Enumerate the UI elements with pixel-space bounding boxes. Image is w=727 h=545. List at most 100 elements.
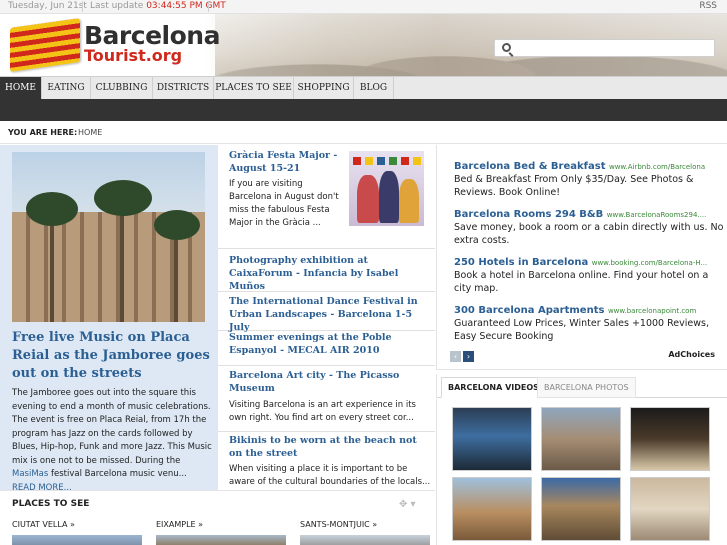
place-ciutat-vella[interactable]: CIUTAT VELLA » [12, 520, 75, 529]
tab-barcelona-photos[interactable]: BARCELONA PHOTOS [537, 377, 636, 398]
search-box[interactable] [494, 39, 715, 57]
media-tabs: BARCELONA VIDEOS BARCELONA PHOTOS [436, 374, 727, 398]
current-date: Tuesday, Jun 21st [8, 1, 87, 11]
logo-subtitle[interactable]: Tourist.org [84, 46, 182, 65]
story-excerpt: If you are visiting Barcelona in August … [229, 179, 339, 228]
placa-reial-photo[interactable] [12, 152, 205, 322]
rss-link[interactable]: RSS [699, 1, 717, 11]
video-thumbnail[interactable] [541, 477, 621, 541]
video-thumbnail[interactable] [452, 477, 532, 541]
nav-eating[interactable]: EATING [42, 77, 91, 99]
search-input[interactable] [517, 41, 712, 55]
place-image[interactable] [156, 535, 286, 545]
ad-url[interactable]: www.booking.com/Barcelona-H... [592, 259, 707, 267]
palm-trunk [120, 202, 124, 322]
sub-nav-bar [0, 99, 727, 121]
ad-title[interactable]: 300 Barcelona Apartments [454, 305, 604, 316]
nav-places-to-see[interactable]: PLACES TO SEE [214, 77, 294, 99]
featured-title[interactable]: Free live Music on Placa Reial as the Ja… [12, 329, 212, 383]
story-item: The International Dance Festival in Urba… [218, 292, 435, 334]
ad-title[interactable]: 250 Hotels in Barcelona [454, 257, 588, 268]
story-excerpt: Visiting Barcelona is an art experience … [229, 400, 416, 423]
featured-body: The Jamboree goes out into the square th… [12, 387, 212, 495]
ad-title[interactable]: Barcelona Rooms 294 B&B [454, 209, 603, 220]
places-to-see-section: PLACES TO SEE ✥ ▾ CIUTAT VELLA » EIXAMPL… [0, 490, 435, 545]
palm-tree [154, 210, 200, 240]
dancer-figure [379, 171, 399, 223]
story-item: Barcelona Art city - The Picasso Museum … [218, 366, 435, 432]
ad-description: Book a hotel in Barcelona online. Find y… [454, 270, 709, 294]
palm-tree [26, 192, 78, 226]
divider [82, 1, 83, 12]
breadcrumb: YOU ARE HERE: HOME [0, 121, 727, 144]
last-update-label: Last update [90, 1, 144, 11]
story-item: Gràcia Festa Major - August 15-21 If you… [218, 145, 435, 249]
story-title[interactable]: Summer evenings at the Poble Espanyol - … [229, 331, 429, 357]
place-sants-montjuic[interactable]: SANTS-MONTJUIC » [300, 520, 377, 529]
ad-item[interactable]: Barcelona Rooms 294 B&B www.BarcelonaRoo… [454, 207, 724, 247]
story-item: Summer evenings at the Poble Espanyol - … [218, 331, 435, 366]
video-thumbnail[interactable] [630, 477, 710, 541]
story-item: Photography exhibition at CaixaForum - I… [218, 249, 435, 292]
ad-item[interactable]: 300 Barcelona Apartments www.barcelonapo… [454, 303, 724, 343]
story-title[interactable]: Bikinis to be worn at the beach not on t… [229, 434, 429, 460]
palm-tree [94, 180, 152, 216]
bunting-flag [365, 157, 373, 165]
nav-home[interactable]: HOME [0, 77, 42, 99]
tab-barcelona-videos[interactable]: BARCELONA VIDEOS [441, 377, 546, 398]
ad-url[interactable]: www.BarcelonaRooms294.... [607, 211, 707, 219]
story-title[interactable]: Photography exhibition at CaixaForum - I… [229, 254, 429, 293]
palm-trunk [50, 212, 54, 322]
breadcrumb-home[interactable]: HOME [78, 128, 102, 137]
place-image[interactable] [300, 535, 430, 545]
bunting-flag [401, 157, 409, 165]
site-header: Barcelona Tourist.org [0, 14, 727, 76]
catalan-flag-logo-icon[interactable] [10, 18, 80, 72]
dancer-figure [357, 175, 379, 223]
place-eixample[interactable]: EIXAMPLE » [156, 520, 203, 529]
bunting-flag [389, 157, 397, 165]
story-excerpt: When visiting a place it is important to… [229, 464, 431, 487]
ad-item[interactable]: Barcelona Bed & Breakfast www.Airbnb.com… [454, 159, 724, 199]
ad-url[interactable]: www.barcelonapoint.com [608, 307, 696, 315]
ad-prev-icon[interactable]: ‹ [450, 351, 461, 362]
adchoices-link[interactable]: AdChoices [668, 350, 715, 359]
places-heading: PLACES TO SEE [12, 499, 90, 509]
video-thumbnail[interactable] [630, 407, 710, 471]
breadcrumb-label: YOU ARE HERE: [8, 128, 78, 137]
ad-item[interactable]: 250 Hotels in Barcelona www.booking.com/… [454, 255, 724, 295]
story-item: Bikinis to be worn at the beach not on t… [218, 432, 435, 490]
nav-blog[interactable]: BLOG [354, 77, 394, 99]
nav-clubbing[interactable]: CLUBBING [91, 77, 153, 99]
story-list: Gràcia Festa Major - August 15-21 If you… [218, 145, 435, 490]
bunting-flag [353, 157, 361, 165]
place-image[interactable] [12, 535, 142, 545]
move-handle-icon[interactable]: ✥ ▾ [399, 499, 416, 510]
ad-description: Bed & Breakfast From Only $35/Day. See P… [454, 174, 694, 198]
story-title[interactable]: Gràcia Festa Major - August 15-21 [229, 149, 347, 175]
story-title[interactable]: Barcelona Art city - The Picasso Museum [229, 369, 429, 395]
bunting-flag [413, 157, 421, 165]
nav-districts[interactable]: DISTRICTS [153, 77, 214, 99]
ad-title[interactable]: Barcelona Bed & Breakfast [454, 161, 605, 172]
ad-next-icon[interactable]: › [463, 351, 474, 362]
search-icon[interactable] [502, 43, 511, 52]
divider [208, 1, 209, 12]
top-info-bar: Tuesday, Jun 21st Last update 03:44:55 P… [0, 0, 727, 14]
bunting-flag [377, 157, 385, 165]
featured-article: Free live Music on Placa Reial as the Ja… [0, 145, 218, 493]
festa-major-thumbnail[interactable] [349, 151, 424, 226]
video-thumbnail[interactable] [452, 407, 532, 471]
ad-url[interactable]: www.Airbnb.com/Barcelona [609, 163, 705, 171]
main-nav: HOME EATING CLUBBING DISTRICTS PLACES TO… [0, 76, 727, 99]
video-grid [436, 399, 727, 545]
masimas-link[interactable]: MasiMas [12, 469, 48, 479]
video-thumbnail[interactable] [541, 407, 621, 471]
story-title[interactable]: The International Dance Festival in Urba… [229, 295, 429, 334]
palm-trunk [174, 227, 178, 322]
nav-shopping[interactable]: SHOPPING [294, 77, 354, 99]
last-update: Last update 03:44:55 PM GMT [90, 1, 226, 11]
sponsored-ads: Barcelona Bed & Breakfast www.Airbnb.com… [436, 145, 727, 370]
ad-description: Guaranteed Low Prices, Winter Sales +100… [454, 318, 709, 342]
ad-description: Save money, book a room or a cabin direc… [454, 222, 724, 246]
